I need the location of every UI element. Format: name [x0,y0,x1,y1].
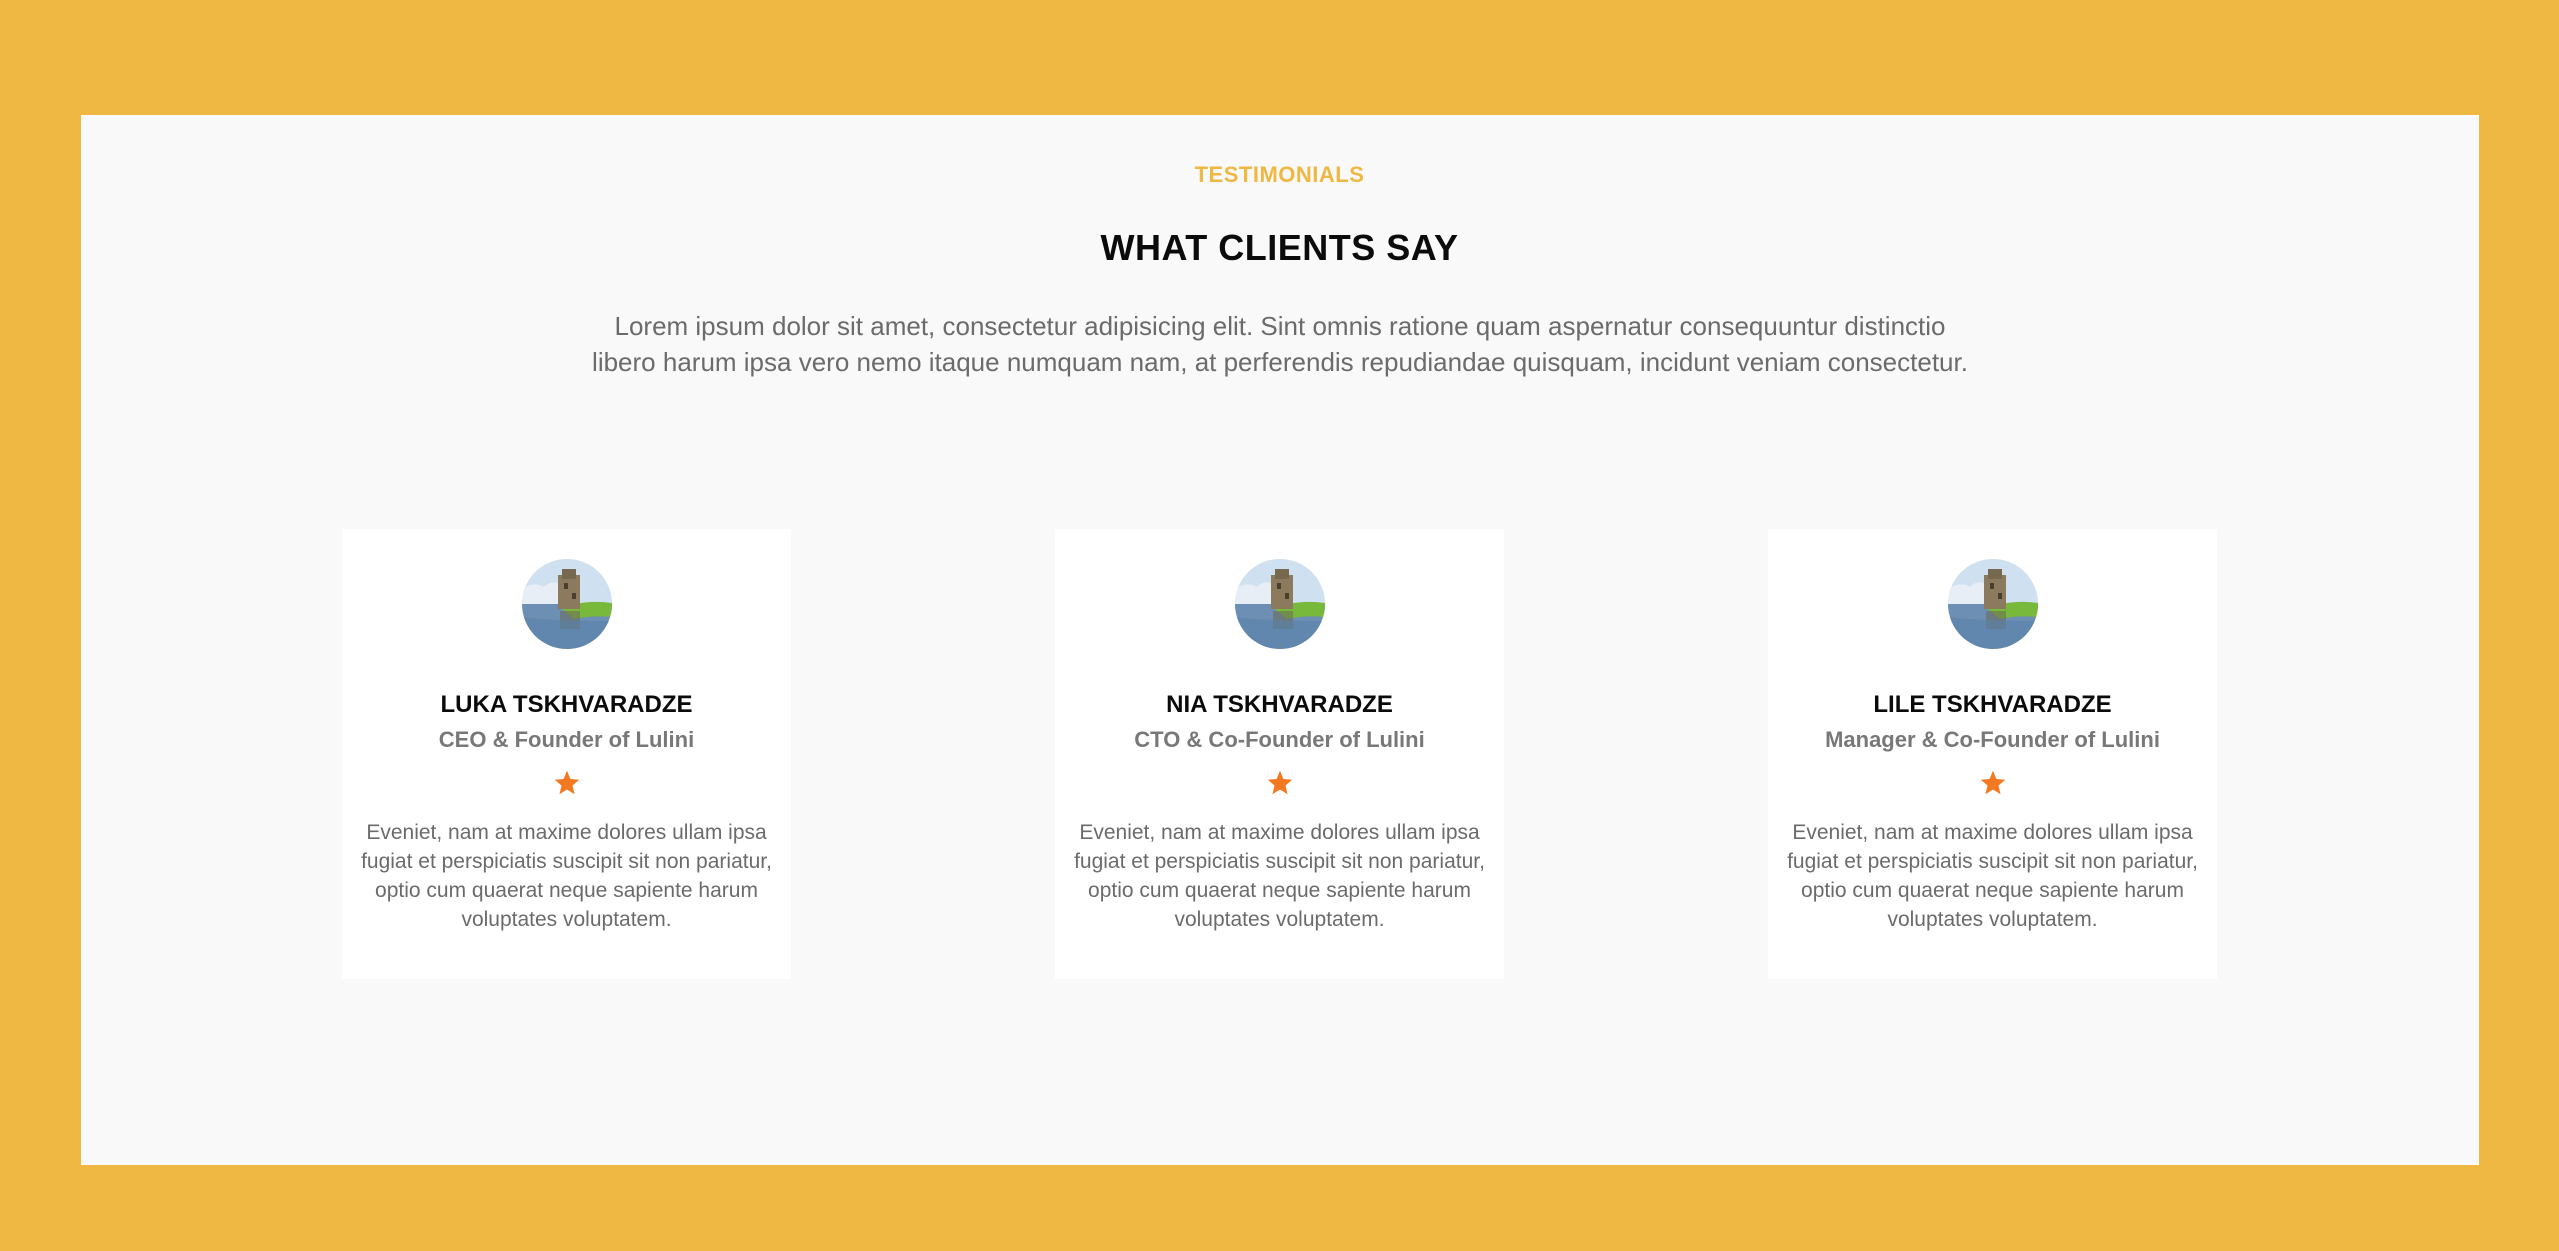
quote-line: optio cum quaerat neque sapiente harum [1088,879,1471,902]
testimonial-card: NIA TSKHVARADZE CTO & Co-Founder of Luli… [1055,529,1504,979]
star-icon [1267,770,1293,795]
section-intro: Lorem ipsum dolor sit amet, consectetur … [500,308,2060,380]
testimonial-card: LUKA TSKHVARADZE CEO & Founder of Lulini… [342,529,791,979]
section-eyebrow: TESTIMONIALS [1194,162,1365,187]
quote-line: fugiat et perspiciatis suscipit sit non … [1074,850,1485,873]
testimonial-card: LILE TSKHVARADZE Manager & Co-Founder of… [1768,529,2217,979]
quote-line: Eveniet, nam at maxime dolores ullam ips… [366,821,767,844]
client-role: Manager & Co-Founder of Lulini [1825,727,2160,752]
avatar-image [522,559,612,649]
client-name: NIA TSKHVARADZE [1166,691,1393,718]
testimonial-quote: Eveniet, nam at maxime dolores ullam ips… [1055,818,1504,934]
testimonial-quote: Eveniet, nam at maxime dolores ullam ips… [1768,818,2217,934]
star-icon [554,770,580,795]
quote-line: voluptates voluptatem. [1174,908,1385,931]
testimonial-quote: Eveniet, nam at maxime dolores ullam ips… [342,818,791,934]
star-icon [1980,770,2006,795]
section-intro-line: Lorem ipsum dolor sit amet, consectetur … [614,311,1946,341]
quote-line: Eveniet, nam at maxime dolores ullam ips… [1079,821,1480,844]
avatar-image [1948,559,2038,649]
client-name: LILE TSKHVARADZE [1873,691,2112,718]
client-role: CEO & Founder of Lulini [438,727,695,752]
section-intro-line: libero harum ipsa vero nemo itaque numqu… [592,347,1968,377]
avatar [522,559,612,649]
quote-line: fugiat et perspiciatis suscipit sit non … [361,850,772,873]
quote-line: optio cum quaerat neque sapiente harum [1801,879,2184,902]
client-name: LUKA TSKHVARADZE [440,691,693,718]
avatar-image [1235,559,1325,649]
avatar [1948,559,2038,649]
avatar [1235,559,1325,649]
quote-line: optio cum quaerat neque sapiente harum [375,879,758,902]
client-role: CTO & Co-Founder of Lulini [1134,727,1425,752]
quote-line: fugiat et perspiciatis suscipit sit non … [1787,850,2198,873]
quote-line: voluptates voluptatem. [1887,908,2098,931]
quote-line: voluptates voluptatem. [461,908,672,931]
quote-line: Eveniet, nam at maxime dolores ullam ips… [1792,821,2193,844]
section-title: WHAT CLIENTS SAY [1100,227,1459,268]
